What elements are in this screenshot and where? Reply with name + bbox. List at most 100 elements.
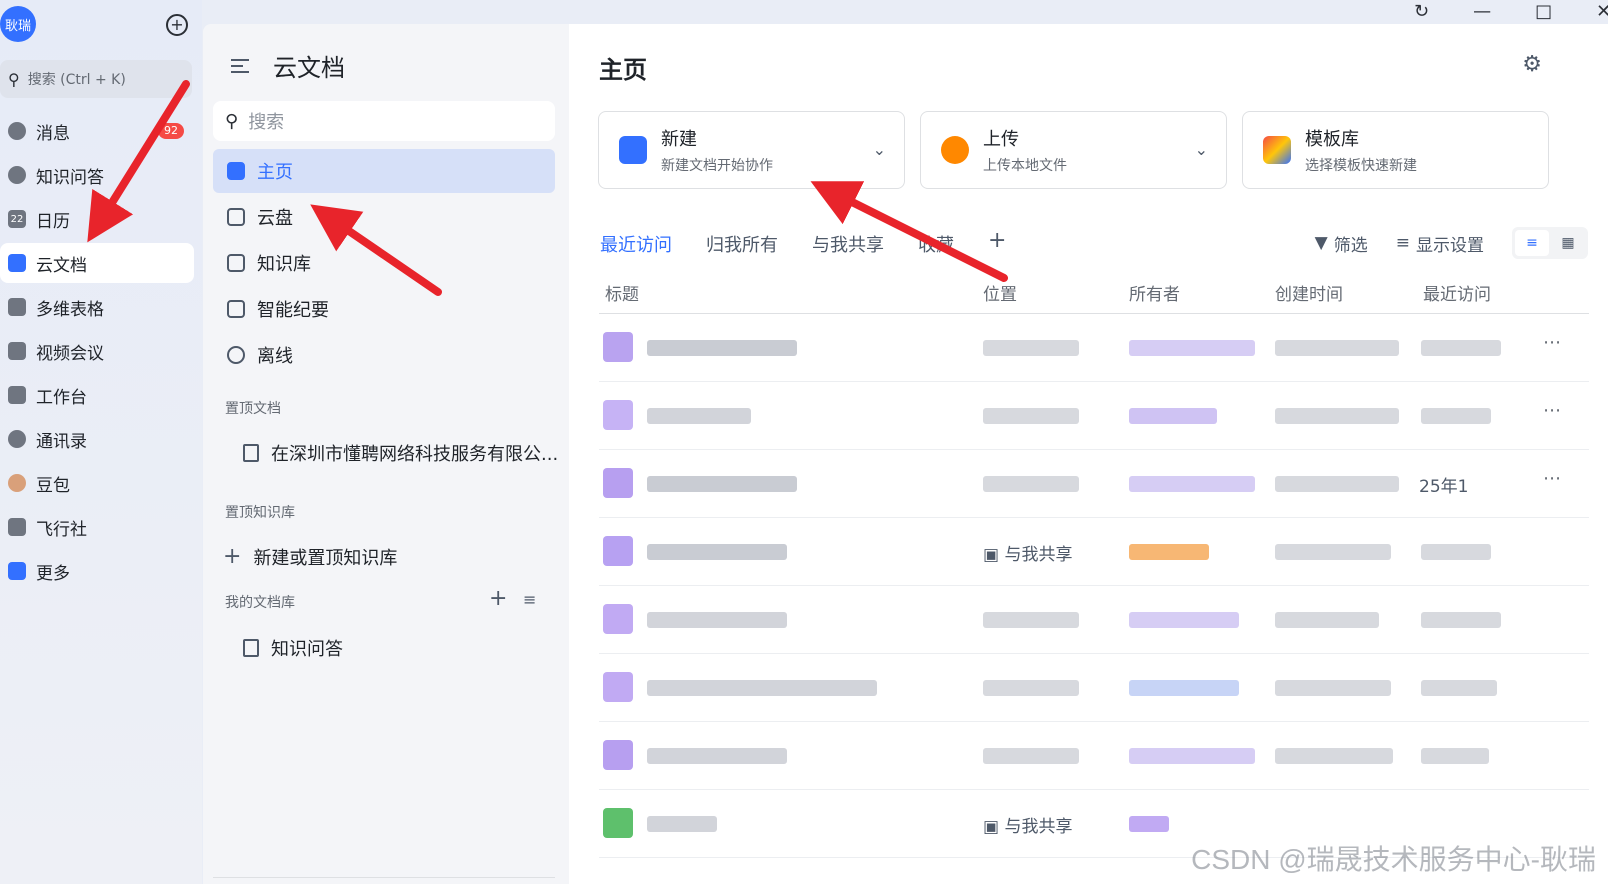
history-icon[interactable]: ↻ — [1414, 1, 1429, 22]
grid-view-icon[interactable]: ▦ — [1551, 230, 1585, 256]
file-icon — [603, 604, 633, 634]
blurred-owner — [1129, 476, 1255, 492]
nav-item-label: 云盘 — [257, 208, 293, 229]
rail-item-base-table[interactable]: 多维表格 — [0, 287, 194, 327]
filter-button[interactable]: ▼ 筛选 — [1315, 231, 1368, 256]
knowledge-qa-icon — [8, 166, 26, 184]
file-icon — [603, 672, 633, 702]
pinned-wiki-label: 置顶知识库 — [225, 505, 295, 521]
rail-item-calendar[interactable]: 22 日历 — [0, 199, 194, 239]
my-library-item-title: 知识问答 — [271, 639, 343, 660]
pinned-doc-item[interactable]: 在深圳市懂聘网络科技服务有限公... — [243, 440, 558, 466]
smart-minutes-icon — [227, 300, 245, 318]
divider — [213, 877, 555, 878]
rail-item-doubao[interactable]: 豆包 — [0, 463, 194, 503]
column-title[interactable]: 标题 — [605, 280, 639, 305]
table-row[interactable]: 25年1 ⋯ — [599, 450, 1589, 518]
global-search-label: 搜索 (Ctrl + K) — [27, 72, 126, 88]
tab-favorites[interactable]: 收藏 — [918, 231, 954, 257]
docs-search-input[interactable]: ⚲ 搜索 — [213, 101, 555, 141]
tab-owned[interactable]: 归我所有 — [706, 231, 778, 257]
blurred-created — [1275, 544, 1391, 560]
new-doc-card[interactable]: 新建 新建文档开始协作 ⌄ — [598, 111, 905, 189]
rail-item-workplace[interactable]: 工作台 — [0, 375, 194, 415]
calendar-icon: 22 — [8, 210, 26, 228]
my-library-label: 我的文档库 — [225, 595, 295, 611]
column-owner[interactable]: 所有者 — [1129, 280, 1180, 305]
table-row[interactable]: ⋯ — [599, 382, 1589, 450]
column-last-visited[interactable]: 最近访问 — [1423, 280, 1491, 305]
add-tab-icon[interactable]: + — [988, 228, 1006, 257]
nav-item-offline[interactable]: 离线 — [213, 333, 555, 377]
blurred-visited — [1421, 748, 1489, 764]
tab-recent[interactable]: 最近访问 — [600, 231, 672, 257]
blurred-location — [983, 340, 1079, 356]
more-icon[interactable]: ⋯ — [1543, 332, 1561, 353]
template-icon — [1263, 136, 1291, 164]
avatar[interactable]: 耿瑞 — [0, 6, 36, 42]
new-wiki-button[interactable]: + 新建或置顶知识库 — [223, 544, 397, 570]
blurred-owner — [1129, 748, 1255, 764]
view-toggle: ≡ ▦ — [1512, 227, 1588, 259]
nav-item-label: 知识库 — [257, 254, 311, 275]
gear-icon[interactable]: ⚙ — [1522, 52, 1542, 77]
rail-item-label: 通讯录 — [36, 431, 87, 452]
global-search[interactable]: ⚲ 搜索 (Ctrl + K) — [0, 60, 192, 98]
chevron-down-icon[interactable]: ⌄ — [1195, 140, 1208, 159]
rail-item-flight-club[interactable]: 飞行社 — [0, 507, 194, 547]
more-icon[interactable]: ⋯ — [1543, 468, 1561, 489]
tab-shared[interactable]: 与我共享 — [812, 231, 884, 257]
card-subtitle: 上传本地文件 — [983, 158, 1067, 174]
rail-item-more[interactable]: 更多 — [0, 551, 194, 591]
blurred-title — [647, 544, 787, 560]
rail-item-knowledge-qa[interactable]: 知识问答 — [0, 155, 194, 195]
maximize-icon[interactable]: □ — [1535, 1, 1552, 22]
plus-icon: + — [223, 544, 242, 569]
document-icon — [243, 444, 259, 462]
docs-sidebar-title: 云文档 — [273, 54, 345, 82]
nav-item-smart-minutes[interactable]: 智能纪要 — [213, 287, 555, 331]
nav-item-cloud-drive[interactable]: 云盘 — [213, 195, 555, 239]
nav-item-wiki[interactable]: 知识库 — [213, 241, 555, 285]
message-icon — [8, 122, 26, 140]
table-row[interactable] — [599, 586, 1589, 654]
blurred-owner — [1129, 544, 1209, 560]
chevron-down-icon[interactable]: ⌄ — [873, 140, 886, 159]
list-view-icon[interactable]: ≡ — [1515, 230, 1549, 256]
rail-item-label: 消息 — [36, 123, 70, 144]
quick-actions: 新建 新建文档开始协作 ⌄ 上传 上传本地文件 ⌄ 模板库 选择模板快速新建 — [598, 111, 1549, 189]
table-row[interactable]: ▣ 与我共享 — [599, 518, 1589, 586]
table-row[interactable] — [599, 654, 1589, 722]
column-location[interactable]: 位置 — [983, 280, 1017, 305]
close-icon[interactable]: ✕ — [1596, 1, 1608, 22]
file-icon — [603, 332, 633, 362]
library-list-icon[interactable]: ≡ — [523, 590, 536, 609]
add-library-icon[interactable]: + — [489, 588, 507, 610]
create-plus-icon[interactable]: + — [166, 14, 188, 36]
docs-search-placeholder: 搜索 — [248, 112, 285, 133]
filter-label: 筛选 — [1333, 235, 1368, 256]
file-icon — [603, 808, 633, 838]
rail-item-contacts[interactable]: 通讯录 — [0, 419, 194, 459]
blurred-owner — [1129, 816, 1169, 832]
pinned-docs-label: 置顶文档 — [225, 401, 281, 417]
column-created[interactable]: 创建时间 — [1275, 280, 1343, 305]
card-subtitle: 新建文档开始协作 — [661, 158, 773, 174]
my-library-item[interactable]: 知识问答 — [243, 635, 343, 661]
display-settings-button[interactable]: ≡ 显示设置 — [1396, 231, 1484, 256]
table-row[interactable]: ⋯ — [599, 314, 1589, 382]
template-card[interactable]: 模板库 选择模板快速新建 — [1242, 111, 1549, 189]
offline-icon — [227, 346, 245, 364]
nav-item-home[interactable]: 主页 — [213, 149, 555, 193]
search-icon: ⚲ — [225, 110, 239, 132]
rail-item-label: 视频会议 — [36, 343, 104, 364]
more-icon[interactable]: ⋯ — [1543, 400, 1561, 421]
rail-item-messages[interactable]: 消息 92 — [0, 111, 194, 151]
minimize-icon[interactable]: — — [1473, 1, 1491, 22]
rail-item-video-meeting[interactable]: 视频会议 — [0, 331, 194, 371]
upload-card[interactable]: 上传 上传本地文件 ⌄ — [920, 111, 1227, 189]
table-row[interactable] — [599, 722, 1589, 790]
rail-item-cloud-docs[interactable]: 云文档 — [0, 243, 194, 283]
workplace-icon — [8, 386, 26, 404]
collapse-sidebar-icon[interactable] — [231, 58, 249, 74]
